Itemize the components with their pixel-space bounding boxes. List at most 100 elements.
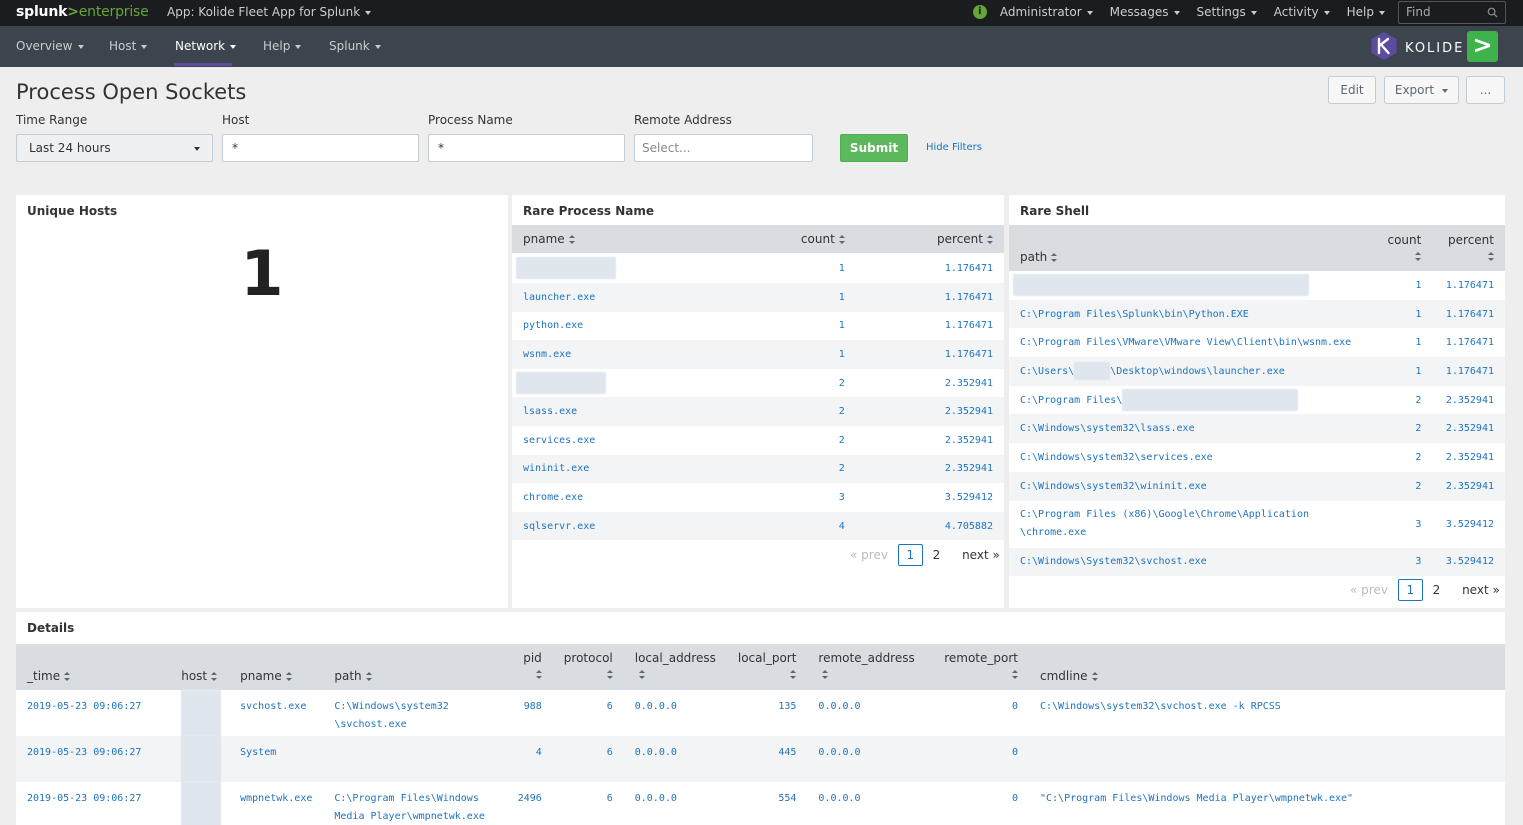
cell-count[interactable]: 3: [730, 483, 856, 512]
cell-percent[interactable]: 2.352941: [1432, 385, 1505, 415]
cell-count[interactable]: 3: [1374, 547, 1433, 577]
cell-count[interactable]: 1: [730, 311, 856, 341]
cell-remote-address[interactable]: 0.0.0.0: [807, 782, 926, 825]
cell-pname[interactable]: lsass.exe: [512, 397, 731, 426]
cell-pname[interactable]: [512, 253, 731, 283]
cell-percent[interactable]: 2.352941: [1432, 414, 1505, 444]
cell-path[interactable]: C:\Users\ \Desktop\windows\launcher.exe: [1009, 357, 1375, 386]
cell-path[interactable]: [323, 736, 496, 782]
cell-host[interactable]: [170, 736, 230, 782]
cell-cmdline[interactable]: C:\Windows\system32\svchost.exe -k RPCSS: [1029, 690, 1505, 736]
cell-percent[interactable]: 2.352941: [855, 368, 1004, 398]
menu-messages[interactable]: Messages: [1110, 5, 1180, 19]
cell-local-port[interactable]: 135: [726, 690, 808, 736]
nav-splunk[interactable]: Splunk: [329, 39, 381, 53]
cell-percent[interactable]: 2.352941: [1432, 471, 1505, 501]
col-count[interactable]: count: [730, 225, 856, 253]
col--time[interactable]: _time: [16, 644, 171, 690]
cell-count[interactable]: 2: [730, 454, 856, 484]
col-pname[interactable]: pname: [512, 225, 731, 253]
cell-pname[interactable]: launcher.exe: [512, 283, 731, 312]
more-button[interactable]: ...: [1466, 76, 1505, 104]
pager-prev[interactable]: « prev: [850, 548, 888, 562]
cell-count[interactable]: 3: [1374, 500, 1433, 548]
cell-path[interactable]: C:\Program Files\: [1009, 385, 1375, 415]
cell-local-port[interactable]: 445: [726, 736, 808, 782]
col-pname[interactable]: pname: [229, 644, 324, 690]
col-cmdline[interactable]: cmdline: [1029, 644, 1505, 690]
cell-pname[interactable]: System: [229, 736, 324, 782]
cell-pname[interactable]: chrome.exe: [512, 483, 731, 512]
cell-path[interactable]: C:\Windows\system32\wininit.exe: [1009, 471, 1375, 501]
cell-path[interactable]: C:\Program Files\Windows Media Player\wmp…: [323, 782, 496, 825]
app-menu[interactable]: App: Kolide Fleet App for Splunk: [167, 5, 372, 19]
cell-count[interactable]: 1: [730, 340, 856, 369]
cell-pname[interactable]: wmpnetwk.exe: [229, 782, 324, 825]
cell-count[interactable]: 1: [1374, 357, 1433, 386]
cell-remote-port[interactable]: 0: [925, 690, 1029, 736]
col-remote-address[interactable]: remote_address: [807, 644, 926, 690]
cell-cmdline[interactable]: "C:\Program Files\Windows Media Player\w…: [1029, 782, 1505, 825]
cell-percent[interactable]: 4.705882: [855, 511, 1004, 541]
menu-help[interactable]: Help: [1347, 5, 1385, 19]
pager-page-1[interactable]: 1: [897, 544, 923, 566]
col-path[interactable]: path: [323, 644, 496, 690]
cell-time[interactable]: 2019-05-23 09:06:27: [16, 690, 171, 736]
pager-page-1[interactable]: 1: [1397, 579, 1423, 601]
cell-path[interactable]: C:\Program Files\Splunk\bin\Python.EXE: [1009, 299, 1375, 329]
cell-percent[interactable]: 1.176471: [855, 253, 1004, 283]
cell-pname[interactable]: [512, 368, 731, 398]
nav-network[interactable]: Network: [175, 39, 237, 53]
pager-page-2[interactable]: 2: [933, 548, 941, 562]
cell-count[interactable]: 2: [730, 368, 856, 398]
export-button[interactable]: Export: [1384, 76, 1459, 104]
nav-host[interactable]: Host: [109, 39, 148, 53]
cell-count[interactable]: 2: [1374, 414, 1433, 444]
cell-path[interactable]: C:\Windows\system32\lsass.exe: [1009, 414, 1375, 444]
cell-percent[interactable]: 3.529412: [1432, 547, 1505, 577]
menu-settings[interactable]: Settings: [1197, 5, 1257, 19]
cell-path[interactable]: C:\Windows\System32\svchost.exe: [1009, 547, 1375, 577]
cell-protocol[interactable]: 6: [552, 782, 624, 825]
cell-percent[interactable]: 3.529412: [855, 483, 1004, 512]
cell-local-address[interactable]: 0.0.0.0: [623, 690, 727, 736]
cell-remote-address[interactable]: 0.0.0.0: [807, 736, 926, 782]
host-input[interactable]: *: [222, 134, 419, 162]
cell-path[interactable]: C:\Windows\system32\services.exe: [1009, 443, 1375, 472]
cell-path[interactable]: [1009, 271, 1375, 300]
cell-local-address[interactable]: 0.0.0.0: [623, 782, 727, 825]
cell-count[interactable]: 2: [1374, 443, 1433, 472]
cell-percent[interactable]: 1.176471: [1432, 357, 1505, 386]
cell-count[interactable]: 1: [1374, 271, 1433, 300]
cell-percent[interactable]: 2.352941: [855, 454, 1004, 484]
pager-page-2[interactable]: 2: [1433, 583, 1441, 597]
col-count[interactable]: count: [1374, 225, 1433, 271]
cell-remote-address[interactable]: 0.0.0.0: [807, 690, 926, 736]
pager-next[interactable]: next »: [962, 548, 1000, 562]
cell-percent[interactable]: 1.176471: [855, 283, 1004, 312]
cell-percent[interactable]: 2.352941: [1432, 443, 1505, 472]
pager-next[interactable]: next »: [1462, 583, 1500, 597]
cell-count[interactable]: 2: [1374, 385, 1433, 415]
cell-count[interactable]: 2: [730, 397, 856, 426]
kolide-go-icon[interactable]: >: [1467, 31, 1498, 62]
cell-protocol[interactable]: 6: [552, 690, 624, 736]
time-range-picker[interactable]: Last 24 hours: [16, 134, 213, 162]
cell-pname[interactable]: services.exe: [512, 425, 731, 455]
cell-pid[interactable]: 988: [495, 690, 553, 736]
cell-percent[interactable]: 1.176471: [855, 311, 1004, 341]
cell-count[interactable]: 1: [730, 253, 856, 283]
info-icon[interactable]: i: [972, 5, 987, 19]
col-protocol[interactable]: protocol: [552, 644, 624, 690]
cell-host[interactable]: [170, 690, 230, 736]
cell-count[interactable]: 2: [730, 425, 856, 455]
col-path[interactable]: path: [1009, 225, 1375, 271]
remote-address-select[interactable]: Select...: [634, 134, 813, 162]
pager-prev[interactable]: « prev: [1350, 583, 1388, 597]
col-pid[interactable]: pid: [495, 644, 553, 690]
cell-pname[interactable]: wsnm.exe: [512, 340, 731, 369]
cell-protocol[interactable]: 6: [552, 736, 624, 782]
cell-count[interactable]: 1: [1374, 299, 1433, 329]
cell-pname[interactable]: svchost.exe: [229, 690, 324, 736]
cell-remote-port[interactable]: 0: [925, 782, 1029, 825]
